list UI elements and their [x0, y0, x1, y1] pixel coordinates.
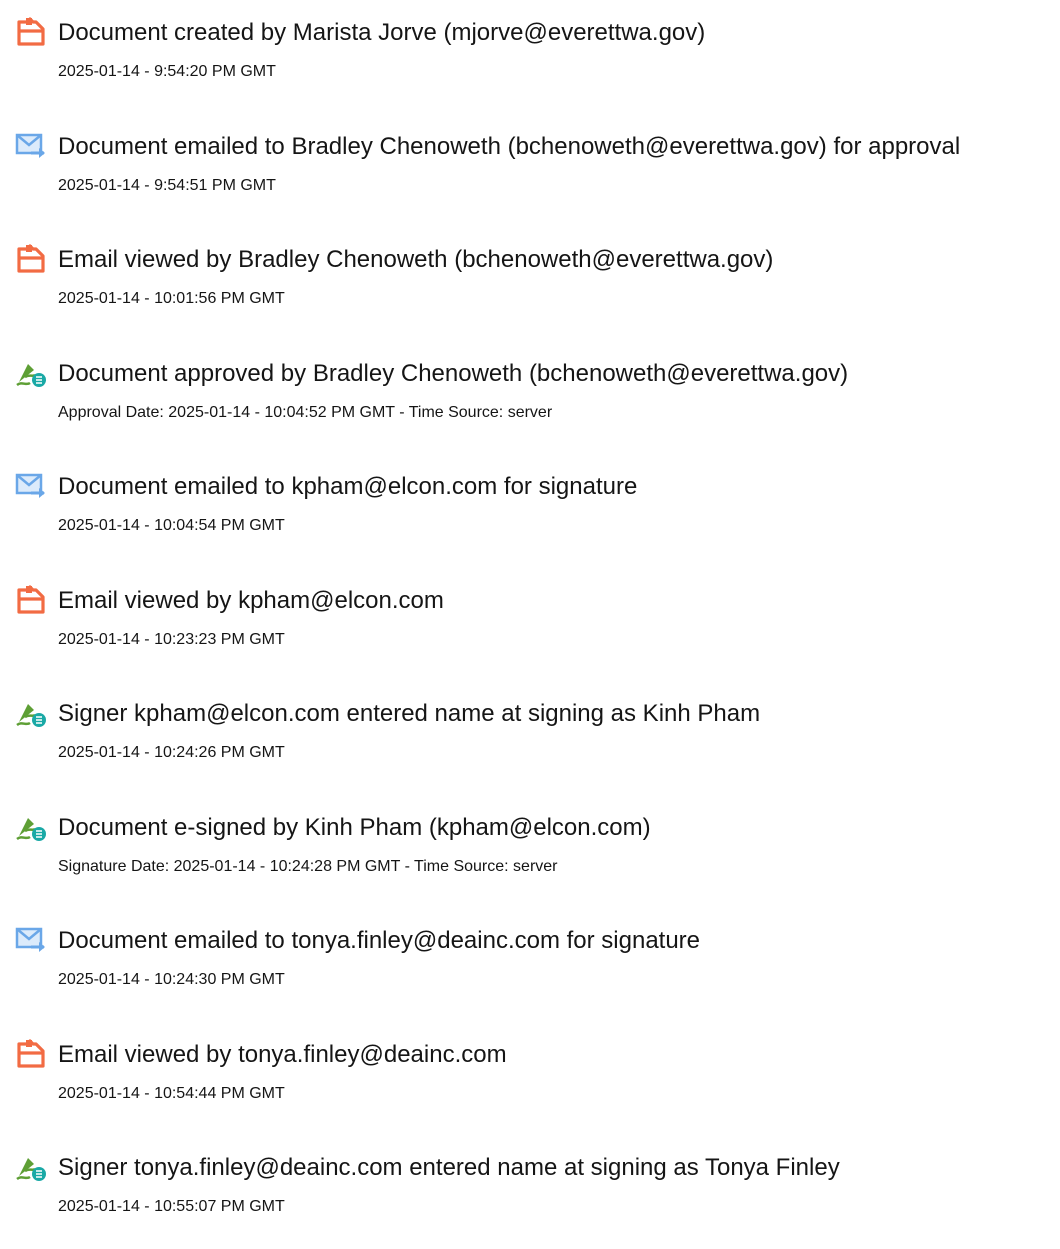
event-timestamp: Signature Date: 2025-01-14 - 10:24:28 PM… — [58, 858, 558, 875]
audit-entry: Email viewed by Bradley Chenoweth (bchen… — [0, 241, 1060, 341]
event-timestamp: 2025-01-14 - 10:01:56 PM GMT — [58, 290, 285, 307]
document-icon — [14, 15, 48, 49]
audit-entry: Document emailed to Bradley Chenoweth (b… — [0, 128, 1060, 228]
audit-entry: Email viewed by kpham@elcon.com 2025-01-… — [0, 582, 1060, 682]
event-timestamp: 2025-01-14 - 10:04:54 PM GMT — [58, 517, 285, 534]
sign-icon — [14, 810, 48, 844]
event-title: Email viewed by kpham@elcon.com — [58, 587, 444, 614]
sign-icon — [14, 356, 48, 390]
document-icon — [14, 242, 48, 276]
event-title: Signer tonya.finley@deainc.com entered n… — [58, 1154, 840, 1181]
document-icon — [14, 583, 48, 617]
event-title: Document approved by Bradley Chenoweth (… — [58, 360, 849, 387]
event-title: Document emailed to kpham@elcon.com for … — [58, 473, 638, 500]
event-timestamp: 2025-01-14 - 9:54:20 PM GMT — [58, 63, 276, 80]
event-timestamp: 2025-01-14 - 10:24:26 PM GMT — [58, 744, 285, 761]
event-title: Email viewed by Bradley Chenoweth (bchen… — [58, 246, 774, 273]
email-icon — [14, 469, 48, 503]
document-icon — [14, 1037, 48, 1071]
audit-entry: Signer kpham@elcon.com entered name at s… — [0, 695, 1060, 795]
event-timestamp: 2025-01-14 - 9:54:51 PM GMT — [58, 177, 276, 194]
audit-entry: Document created by Marista Jorve (mjorv… — [0, 14, 1060, 114]
audit-entry: Email viewed by tonya.finley@deainc.com … — [0, 1036, 1060, 1136]
event-title: Document emailed to tonya.finley@deainc.… — [58, 927, 701, 954]
event-timestamp: 2025-01-14 - 10:23:23 PM GMT — [58, 631, 285, 648]
audit-entry: Document emailed to tonya.finley@deainc.… — [0, 922, 1060, 1022]
event-title: Document created by Marista Jorve (mjorv… — [58, 19, 706, 46]
event-timestamp: 2025-01-14 - 10:55:07 PM GMT — [58, 1198, 285, 1215]
audit-entry: Document e-signed by Kinh Pham (kpham@el… — [0, 809, 1060, 909]
event-timestamp: Approval Date: 2025-01-14 - 10:04:52 PM … — [58, 404, 553, 421]
event-timestamp: 2025-01-14 - 10:24:30 PM GMT — [58, 971, 285, 988]
email-icon — [14, 129, 48, 163]
email-icon — [14, 923, 48, 957]
audit-entry: Document approved by Bradley Chenoweth (… — [0, 355, 1060, 455]
event-title: Signer kpham@elcon.com entered name at s… — [58, 700, 761, 727]
sign-icon — [14, 1150, 48, 1184]
event-timestamp: 2025-01-14 - 10:54:44 PM GMT — [58, 1085, 285, 1102]
event-title: Document e-signed by Kinh Pham (kpham@el… — [58, 814, 651, 841]
event-title: Document emailed to Bradley Chenoweth (b… — [58, 133, 961, 160]
sign-icon — [14, 696, 48, 730]
audit-entry: Document emailed to kpham@elcon.com for … — [0, 468, 1060, 568]
event-title: Email viewed by tonya.finley@deainc.com — [58, 1041, 507, 1068]
audit-entry: Signer tonya.finley@deainc.com entered n… — [0, 1149, 1060, 1249]
